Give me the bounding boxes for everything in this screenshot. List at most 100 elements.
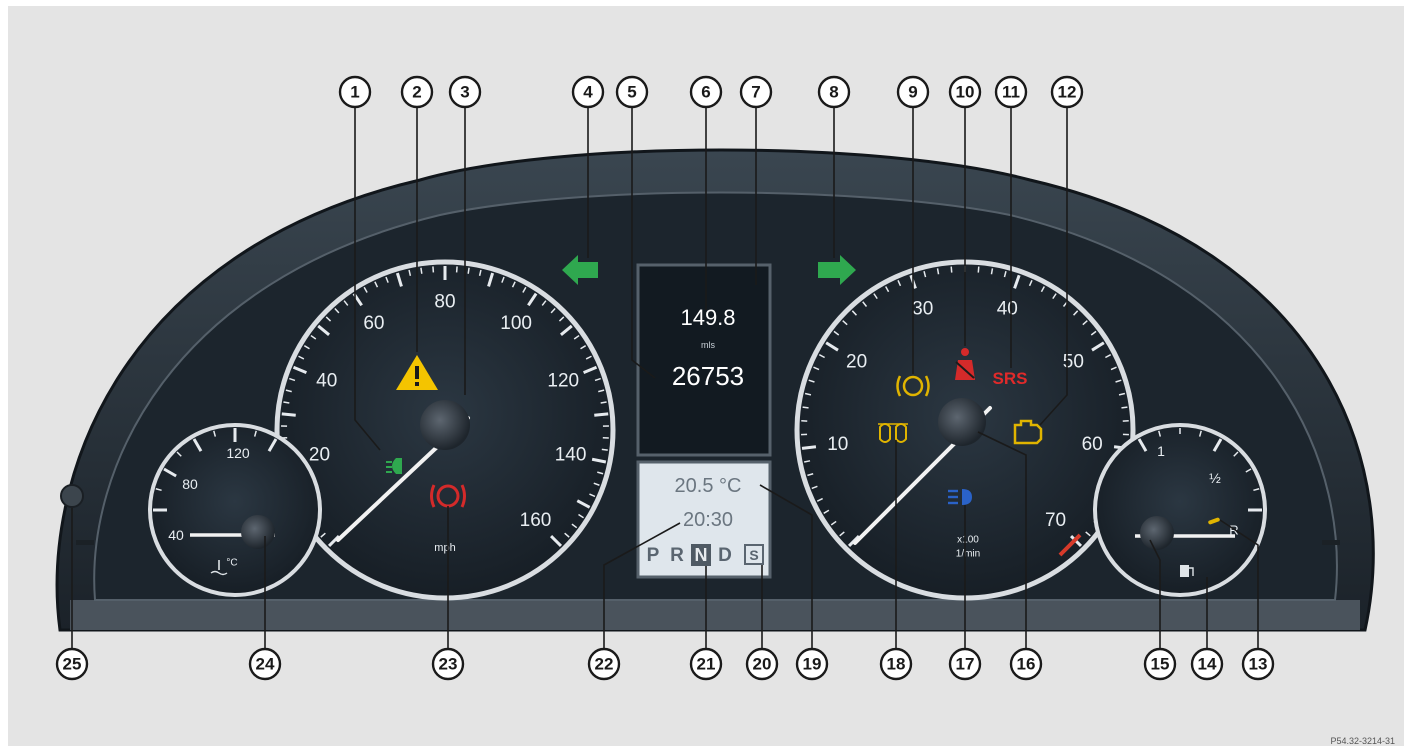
callout-25: 25 xyxy=(55,647,89,681)
coolant-label-120: 120 xyxy=(226,445,250,461)
coolant-hub xyxy=(241,515,275,549)
callout-10: 10 xyxy=(948,75,982,109)
callout-7: 7 xyxy=(739,75,773,109)
right-bezel-notch xyxy=(1322,540,1340,545)
tachometer-tick xyxy=(977,266,980,273)
speedometer-tick xyxy=(283,401,290,404)
callout-9: 9 xyxy=(896,75,930,109)
callout-12: 12 xyxy=(1050,75,1084,109)
speedometer-hub xyxy=(420,400,470,450)
callout-16: 16 xyxy=(1009,647,1043,681)
left-bezel-notch xyxy=(76,540,94,545)
clock: 20:30 xyxy=(683,509,733,531)
drive-program: S xyxy=(749,547,758,563)
svg-text:4: 4 xyxy=(583,83,593,102)
fuel-gauge: 1 ½ R xyxy=(1093,423,1267,597)
callout-5: 5 xyxy=(615,75,649,109)
total-odometer: 26753 xyxy=(672,361,744,391)
instrument-cluster: 20406080100120140160 mph 102030 40506070 … xyxy=(55,75,1375,681)
svg-text:2: 2 xyxy=(412,83,421,102)
tachometer-tick xyxy=(802,406,809,409)
speedometer-label-160: 160 xyxy=(520,510,552,531)
tachometer-label-30: 30 xyxy=(912,299,933,320)
tachometer-label-70: 70 xyxy=(1045,510,1066,531)
callout-13: 13 xyxy=(1241,647,1275,681)
svg-text:8: 8 xyxy=(829,83,838,102)
svg-text:19: 19 xyxy=(803,655,822,674)
callout-17: 17 xyxy=(948,647,982,681)
fuel-hub xyxy=(1140,516,1174,550)
svg-text:25: 25 xyxy=(63,655,82,674)
coolant-unit: °C xyxy=(226,558,237,569)
multifunction-display-bottom: 20.5 °C 20:30 P R N D S xyxy=(636,460,772,579)
tachometer-tick xyxy=(801,445,817,450)
speedometer-label-80: 80 xyxy=(434,292,455,313)
speedometer-label-40: 40 xyxy=(316,371,337,392)
svg-text:10: 10 xyxy=(956,83,975,102)
callout-11: 11 xyxy=(994,75,1028,109)
tachometer-label-50: 50 xyxy=(1063,351,1084,372)
reset-button[interactable] xyxy=(60,484,84,508)
callout-2: 2 xyxy=(400,75,434,109)
callout-15: 15 xyxy=(1143,647,1177,681)
speedometer-label-20: 20 xyxy=(309,444,330,465)
speed-unit: mph xyxy=(434,542,455,554)
svg-text:16: 16 xyxy=(1017,655,1036,674)
tachometer-label-10: 10 xyxy=(827,434,848,455)
callout-3: 3 xyxy=(448,75,482,109)
speedometer-tick xyxy=(601,448,608,451)
svg-text:3: 3 xyxy=(460,83,469,102)
tachometer-label-20: 20 xyxy=(846,351,867,372)
gear-p: P xyxy=(647,545,660,566)
svg-text:18: 18 xyxy=(887,655,906,674)
multifunction-display-top: 149.8 mls 26753 xyxy=(636,263,772,457)
callout-19: 19 xyxy=(795,647,829,681)
cluster-lower-rim xyxy=(70,600,1360,630)
svg-text:21: 21 xyxy=(697,655,716,674)
callout-6: 6 xyxy=(689,75,723,109)
callout-21: 21 xyxy=(689,647,723,681)
gear-d: D xyxy=(718,545,732,566)
tachometer-tick xyxy=(950,266,953,273)
svg-text:14: 14 xyxy=(1198,655,1217,674)
tachometer-label-60: 60 xyxy=(1082,434,1103,455)
speedometer-tick xyxy=(281,412,296,417)
svg-text:5: 5 xyxy=(627,83,636,102)
callout-18: 18 xyxy=(879,647,913,681)
callout-20: 20 xyxy=(745,647,779,681)
svg-text:22: 22 xyxy=(595,655,614,674)
figure-reference: P54.32-3214-31 xyxy=(1330,736,1395,746)
coolant-label-40: 40 xyxy=(168,527,184,543)
svg-text:6: 6 xyxy=(701,83,710,102)
trip-unit: mls xyxy=(701,340,715,350)
tachometer-tick xyxy=(1121,406,1128,409)
svg-text:9: 9 xyxy=(908,83,917,102)
speedometer-tick xyxy=(594,412,609,417)
svg-text:1: 1 xyxy=(350,83,359,102)
fuel-label-full: 1 xyxy=(1157,443,1165,459)
rpm-unit: 1/min xyxy=(956,549,980,560)
svg-text:24: 24 xyxy=(256,655,275,674)
outside-temperature: 20.5 °C xyxy=(675,475,742,497)
trip-odometer: 149.8 xyxy=(680,305,735,330)
speedometer-tick xyxy=(600,401,607,404)
callout-4: 4 xyxy=(571,75,605,109)
coolant-label-80: 80 xyxy=(182,476,198,492)
fuel-label-half: ½ xyxy=(1209,470,1221,486)
rpm-unit-multiplier: x100 xyxy=(957,535,979,546)
svg-text:20: 20 xyxy=(753,655,772,674)
speedometer-label-100: 100 xyxy=(500,313,532,334)
svg-text:23: 23 xyxy=(439,655,458,674)
svg-text:12: 12 xyxy=(1058,83,1077,102)
callout-14: 14 xyxy=(1190,647,1224,681)
svg-text:7: 7 xyxy=(751,83,760,102)
svg-text:13: 13 xyxy=(1249,655,1268,674)
svg-text:11: 11 xyxy=(1002,83,1020,102)
callout-24: 24 xyxy=(248,647,282,681)
gear-n: N xyxy=(695,545,708,565)
speedometer: 20 40 60 80 100 120 140 160 mph xyxy=(274,259,616,601)
speedometer-label-120: 120 xyxy=(547,371,579,392)
tachometer-hub xyxy=(938,398,986,446)
callout-1: 1 xyxy=(338,75,372,109)
callout-23: 23 xyxy=(431,647,465,681)
